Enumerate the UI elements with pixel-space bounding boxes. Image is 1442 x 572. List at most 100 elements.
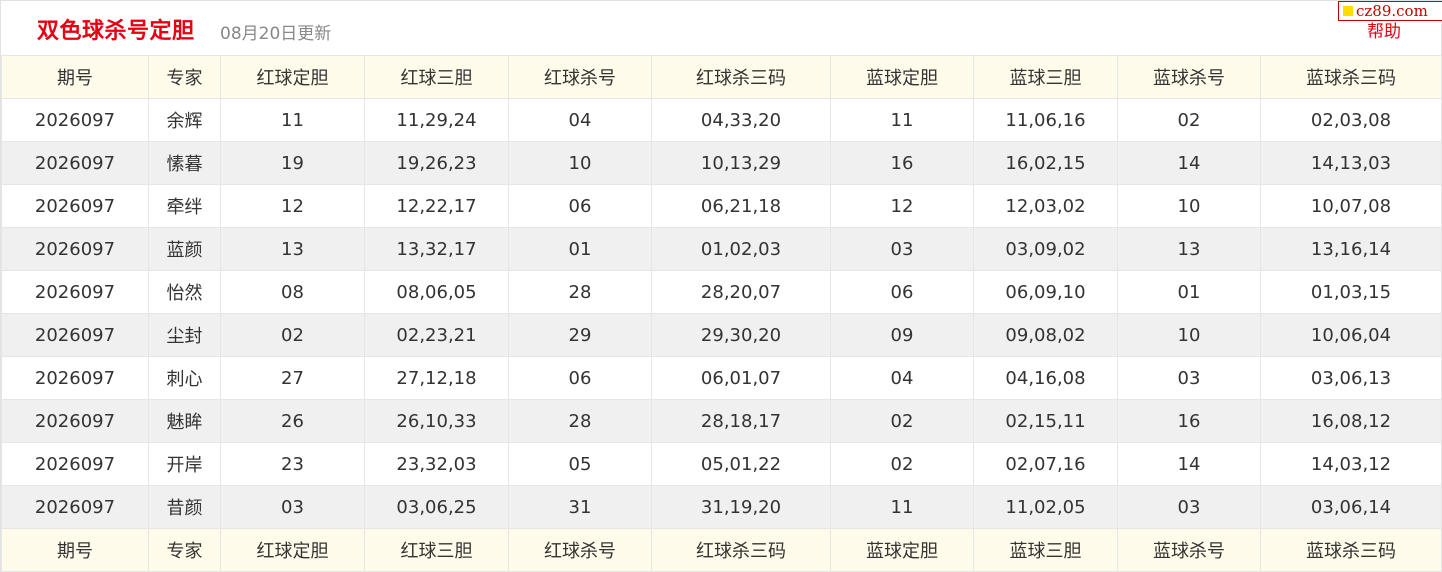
table-footer: 期号 专家 红球定胆 红球三胆 红球杀号 红球杀三码 蓝球定胆 蓝球三胆 蓝球杀号 蓝球杀三码 (1, 528, 1442, 572)
prediction-table: 期号 专家 红球定胆 红球三胆 红球杀号 红球杀三码 蓝球定胆 蓝球三胆 蓝球杀号 蓝球杀三码 2… (1, 55, 1442, 572)
cell-red-three: 13,32,17 (364, 227, 509, 271)
cell-blue-kill-three: 16,08,12 (1260, 399, 1442, 443)
table-body: 2026097 余辉 11 11,29,24 04 04,33,20 11 11,06,16 0… (1, 98, 1442, 529)
cell-red-fixed: 08 (220, 270, 365, 314)
cell-blue-kill-three: 02,03,08 (1260, 98, 1442, 142)
table-row: 2026097 刺心 27 27,12,18 06 06,01,07 04 04,16,08 0… (1, 356, 1442, 400)
cell-blue-fixed: 02 (830, 399, 974, 443)
column-header-red-kill-three: 红球杀三码 (651, 55, 831, 99)
cell-blue-kill: 03 (1117, 485, 1261, 529)
cell-blue-three: 16,02,15 (973, 141, 1118, 185)
cell-expert: 开岸 (148, 442, 221, 486)
cell-blue-kill-three: 14,13,03 (1260, 141, 1442, 185)
cell-red-fixed: 03 (220, 485, 365, 529)
cell-red-fixed: 23 (220, 442, 365, 486)
cell-blue-fixed: 11 (830, 98, 974, 142)
column-header-blue-kill: 蓝球杀号 (1117, 55, 1261, 99)
cell-red-kill-three: 06,01,07 (651, 356, 831, 400)
cell-red-fixed: 13 (220, 227, 365, 271)
cell-red-kill: 05 (508, 442, 652, 486)
cell-red-three: 23,32,03 (364, 442, 509, 486)
cell-period: 2026097 (1, 356, 149, 400)
cell-blue-kill: 16 (1117, 399, 1261, 443)
cell-expert: 魅眸 (148, 399, 221, 443)
cell-red-kill: 29 (508, 313, 652, 357)
cell-red-kill-three: 01,02,03 (651, 227, 831, 271)
cell-blue-three: 04,16,08 (973, 356, 1118, 400)
column-header-red-three: 红球三胆 (364, 55, 509, 99)
cell-red-three: 02,23,21 (364, 313, 509, 357)
cell-blue-kill: 14 (1117, 141, 1261, 185)
cell-blue-fixed: 04 (830, 356, 974, 400)
cell-red-kill-three: 06,21,18 (651, 184, 831, 228)
cell-blue-fixed: 09 (830, 313, 974, 357)
update-date: 08月20日更新 (220, 24, 332, 44)
cell-blue-fixed: 16 (830, 141, 974, 185)
cell-blue-kill-three: 10,06,04 (1260, 313, 1442, 357)
watermark-square-icon (1343, 6, 1353, 16)
page-header: 双色球杀号定胆 08月20日更新 帮助 (1, 0, 1441, 55)
table-row: 2026097 愫暮 19 19,26,23 10 10,13,29 16 16,02,15 1… (1, 141, 1442, 185)
cell-blue-three: 02,07,16 (973, 442, 1118, 486)
cell-period: 2026097 (1, 485, 149, 529)
cell-expert: 刺心 (148, 356, 221, 400)
cell-blue-fixed: 11 (830, 485, 974, 529)
cell-blue-kill: 14 (1117, 442, 1261, 486)
cell-period: 2026097 (1, 98, 149, 142)
cell-expert: 尘封 (148, 313, 221, 357)
cell-blue-kill-three: 03,06,13 (1260, 356, 1442, 400)
column-footer-blue-kill: 蓝球杀号 (1117, 528, 1261, 572)
cell-red-three: 19,26,23 (364, 141, 509, 185)
cell-red-kill-three: 04,33,20 (651, 98, 831, 142)
cell-period: 2026097 (1, 442, 149, 486)
column-header-period: 期号 (1, 55, 149, 99)
cell-red-three: 12,22,17 (364, 184, 509, 228)
cell-blue-three: 12,03,02 (973, 184, 1118, 228)
cell-blue-three: 06,09,10 (973, 270, 1118, 314)
cell-blue-kill: 10 (1117, 313, 1261, 357)
cell-red-kill: 06 (508, 356, 652, 400)
cell-blue-kill: 01 (1117, 270, 1261, 314)
cell-blue-three: 11,02,05 (973, 485, 1118, 529)
cell-red-three: 26,10,33 (364, 399, 509, 443)
column-footer-red-kill: 红球杀号 (508, 528, 652, 572)
cell-period: 2026097 (1, 184, 149, 228)
header-row: 期号 专家 红球定胆 红球三胆 红球杀号 红球杀三码 蓝球定胆 蓝球三胆 蓝球杀号 蓝球杀三码 (1, 55, 1442, 99)
cell-period: 2026097 (1, 270, 149, 314)
cell-red-fixed: 27 (220, 356, 365, 400)
cell-blue-three: 11,06,16 (973, 98, 1118, 142)
table-row: 2026097 余辉 11 11,29,24 04 04,33,20 11 11,06,16 0… (1, 98, 1442, 142)
cell-blue-fixed: 02 (830, 442, 974, 486)
watermark-text: cz89.com (1356, 2, 1428, 20)
cell-red-kill: 28 (508, 270, 652, 314)
cell-red-three: 27,12,18 (364, 356, 509, 400)
cell-blue-kill-three: 13,16,14 (1260, 227, 1442, 271)
cell-blue-kill-three: 14,03,12 (1260, 442, 1442, 486)
cell-red-kill: 06 (508, 184, 652, 228)
column-footer-period: 期号 (1, 528, 149, 572)
cell-red-kill-three: 31,19,20 (651, 485, 831, 529)
cell-red-kill-three: 28,20,07 (651, 270, 831, 314)
table-header: 期号 专家 红球定胆 红球三胆 红球杀号 红球杀三码 蓝球定胆 蓝球三胆 蓝球杀号 蓝球杀三码 (1, 55, 1442, 99)
cell-blue-three: 02,15,11 (973, 399, 1118, 443)
column-header-blue-fixed: 蓝球定胆 (830, 55, 974, 99)
cell-red-kill: 28 (508, 399, 652, 443)
table-row: 2026097 尘封 02 02,23,21 29 29,30,20 09 09,08,02 1… (1, 313, 1442, 357)
column-footer-blue-kill-three: 蓝球杀三码 (1260, 528, 1442, 572)
cell-blue-three: 09,08,02 (973, 313, 1118, 357)
cell-expert: 愫暮 (148, 141, 221, 185)
table-row: 2026097 蓝颜 13 13,32,17 01 01,02,03 03 03,09,02 1… (1, 227, 1442, 271)
table-row: 2026097 魅眸 26 26,10,33 28 28,18,17 02 02,15,11 1… (1, 399, 1442, 443)
cell-red-kill-three: 28,18,17 (651, 399, 831, 443)
cell-expert: 蓝颜 (148, 227, 221, 271)
column-header-red-kill: 红球杀号 (508, 55, 652, 99)
site-watermark: cz89.com (1338, 1, 1442, 21)
cell-red-fixed: 02 (220, 313, 365, 357)
cell-red-fixed: 19 (220, 141, 365, 185)
column-header-blue-kill-three: 蓝球杀三码 (1260, 55, 1442, 99)
column-header-expert: 专家 (148, 55, 221, 99)
cell-red-kill-three: 10,13,29 (651, 141, 831, 185)
cell-blue-fixed: 03 (830, 227, 974, 271)
column-footer-blue-fixed: 蓝球定胆 (830, 528, 974, 572)
column-footer-red-fixed: 红球定胆 (220, 528, 365, 572)
